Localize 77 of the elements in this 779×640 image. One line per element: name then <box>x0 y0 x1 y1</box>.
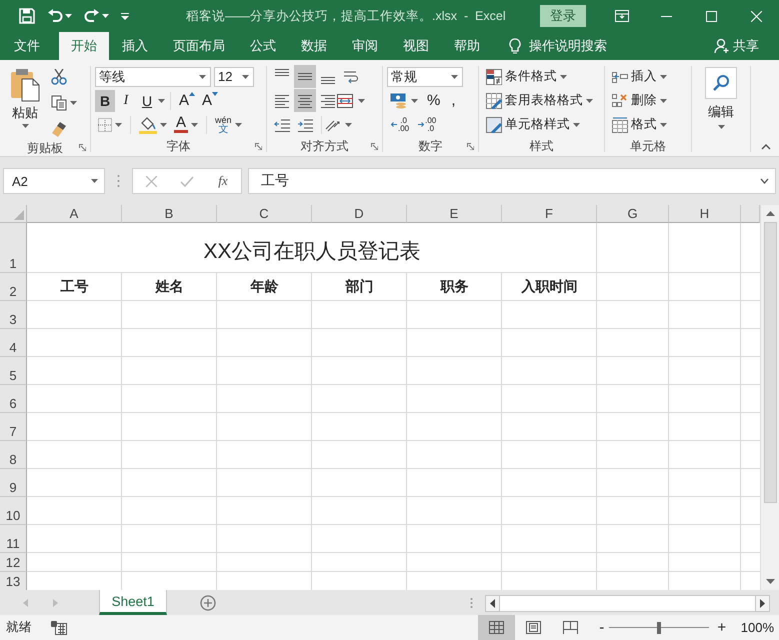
row-header[interactable]: 5 <box>0 357 27 385</box>
sheet-tab[interactable]: Sheet1 <box>99 590 167 615</box>
column-header[interactable]: B <box>122 205 217 223</box>
column-header[interactable]: C <box>217 205 312 223</box>
row-header[interactable]: 10 <box>0 497 27 525</box>
column-title: 工号 <box>60 277 90 296</box>
share-button[interactable]: 共享 <box>706 32 779 60</box>
decrease-decimal-button[interactable]: .00 .0 <box>414 114 440 136</box>
column-header[interactable]: A <box>27 205 122 223</box>
increase-decimal-button[interactable]: .0 .00 <box>387 114 414 136</box>
login-button[interactable]: 登录 <box>540 5 586 27</box>
percent-button[interactable]: % <box>422 90 446 112</box>
cell-grid[interactable]: A B C D E F G H 1 XX公司在职人员登记表 2 工号 姓名 年龄 部门 职务 入职时间 3 4 5 6 7 8 9 10 11 12 13 <box>0 205 760 590</box>
row-header[interactable]: 4 <box>0 329 27 357</box>
underline-button[interactable]: U <box>137 90 157 112</box>
zoom-in-button[interactable]: + <box>714 619 729 636</box>
number-format-field[interactable]: 常规 <box>387 66 463 86</box>
conditional-formatting-button[interactable]: 条件格式 <box>483 66 570 88</box>
ribbon-tab[interactable]: 插入 <box>110 32 160 60</box>
font-size-field[interactable]: 12 <box>214 66 254 86</box>
font-color-button[interactable]: A <box>171 114 202 136</box>
row-header[interactable]: 12 <box>0 553 27 572</box>
row-header[interactable]: 3 <box>0 301 27 329</box>
column-header[interactable]: H <box>669 205 741 223</box>
grow-font-button[interactable]: A <box>176 90 198 112</box>
format-as-table-button[interactable]: 套用表格格式 <box>483 90 596 112</box>
column-title: 职务 <box>439 277 470 296</box>
column-title: 入职时间 <box>520 277 578 296</box>
column-title: 年龄 <box>249 277 280 296</box>
column-header[interactable]: G <box>597 205 669 223</box>
group-label: 字体 <box>166 138 190 154</box>
column-title: 部门 <box>344 277 374 296</box>
row-header[interactable]: 6 <box>0 385 27 413</box>
ribbon-tab[interactable]: 文件 <box>2 32 52 60</box>
insert-function-button[interactable]: fx <box>208 169 238 193</box>
row-header[interactable]: 8 <box>0 441 27 469</box>
name-box[interactable]: A2 <box>3 168 105 194</box>
row-header[interactable]: 7 <box>0 413 27 441</box>
ribbon-tab[interactable]: 公式 <box>238 32 288 60</box>
insert-button[interactable]: 插入 <box>609 66 670 88</box>
column-header[interactable]: E <box>407 205 502 223</box>
zoom-level-button[interactable]: 100% <box>740 620 774 635</box>
sheet-title: XX公司在职人员登记表 <box>202 239 422 265</box>
group-label: 对齐方式 <box>300 138 348 154</box>
column-header[interactable]: D <box>312 205 407 223</box>
bold-button[interactable]: B <box>95 90 115 112</box>
comma-button[interactable]: , <box>446 90 461 112</box>
status-text: 就绪 <box>6 619 32 636</box>
paste-button[interactable]: 粘贴 <box>4 64 46 140</box>
phonetic-button[interactable]: wén 文 <box>212 114 245 136</box>
window-title: 稻客说——分享办公技巧，提高工作效率。.xlsx - Excel <box>186 8 506 24</box>
group-label: 样式 <box>530 138 554 154</box>
column-title: 姓名 <box>154 277 184 296</box>
row-header[interactable]: 1 <box>0 223 27 273</box>
group-label: 剪贴板 <box>27 140 63 157</box>
group-label: 单元格 <box>630 138 666 154</box>
column-header[interactable]: F <box>502 205 597 223</box>
group-label: 数字 <box>418 138 442 154</box>
ribbon-tab[interactable]: 数据 <box>289 32 339 60</box>
delete-button[interactable]: 删除 <box>609 90 670 112</box>
row-header[interactable]: 13 <box>0 572 27 590</box>
ribbon-tab[interactable]: 帮助 <box>442 32 492 60</box>
format-button[interactable]: 格式 <box>609 114 670 136</box>
formula-field[interactable]: 工号 <box>248 168 776 194</box>
ribbon-tab[interactable]: 开始 <box>59 32 109 60</box>
italic-button[interactable]: I <box>116 90 136 112</box>
font-name-field[interactable]: 等线 <box>95 66 211 86</box>
ribbon-tab[interactable]: 审阅 <box>340 32 390 60</box>
zoom-out-button[interactable]: - <box>594 619 609 636</box>
row-header[interactable]: 9 <box>0 469 27 497</box>
shrink-font-button[interactable]: A <box>199 90 222 112</box>
tell-me-search[interactable]: 操作说明搜索 <box>505 32 611 60</box>
cell-styles-button[interactable]: 单元格样式 <box>483 114 583 136</box>
row-header[interactable]: 2 <box>0 273 27 301</box>
ribbon-tab[interactable]: 视图 <box>391 32 441 60</box>
row-header[interactable]: 11 <box>0 525 27 553</box>
ribbon-tab[interactable]: 页面布局 <box>161 32 237 60</box>
